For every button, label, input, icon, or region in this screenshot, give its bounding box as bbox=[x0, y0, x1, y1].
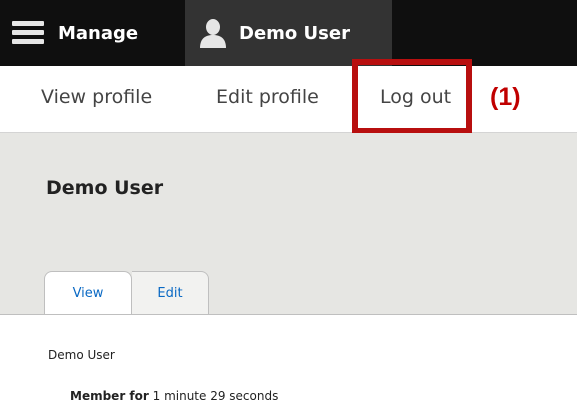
user-icon bbox=[200, 19, 226, 48]
edit-profile-link[interactable]: Edit profile bbox=[216, 86, 319, 108]
tab-view-label: View bbox=[72, 286, 104, 301]
manage-label: Manage bbox=[58, 22, 139, 44]
hamburger-icon bbox=[12, 19, 44, 47]
tab-edit[interactable]: Edit bbox=[132, 271, 209, 315]
page-title: Demo User bbox=[46, 177, 164, 199]
member-for-line: Member for 1 minute 29 seconds bbox=[70, 389, 278, 403]
admin-toolbar: Manage Demo User bbox=[0, 0, 577, 66]
manage-menu-button[interactable]: Manage bbox=[12, 0, 182, 66]
tabs-divider bbox=[0, 314, 577, 315]
tab-edit-label: Edit bbox=[157, 285, 183, 301]
user-menu-button[interactable]: Demo User bbox=[185, 0, 392, 66]
member-for-value: 1 minute 29 seconds bbox=[152, 389, 279, 403]
view-profile-link[interactable]: View profile bbox=[41, 86, 152, 108]
log-out-highlight-box bbox=[352, 59, 472, 134]
user-label: Demo User bbox=[239, 22, 350, 44]
profile-username: Demo User bbox=[48, 348, 115, 362]
member-for-label: Member for bbox=[70, 389, 149, 403]
step-annotation: (1) bbox=[490, 83, 521, 111]
tab-view[interactable]: View bbox=[44, 271, 132, 315]
